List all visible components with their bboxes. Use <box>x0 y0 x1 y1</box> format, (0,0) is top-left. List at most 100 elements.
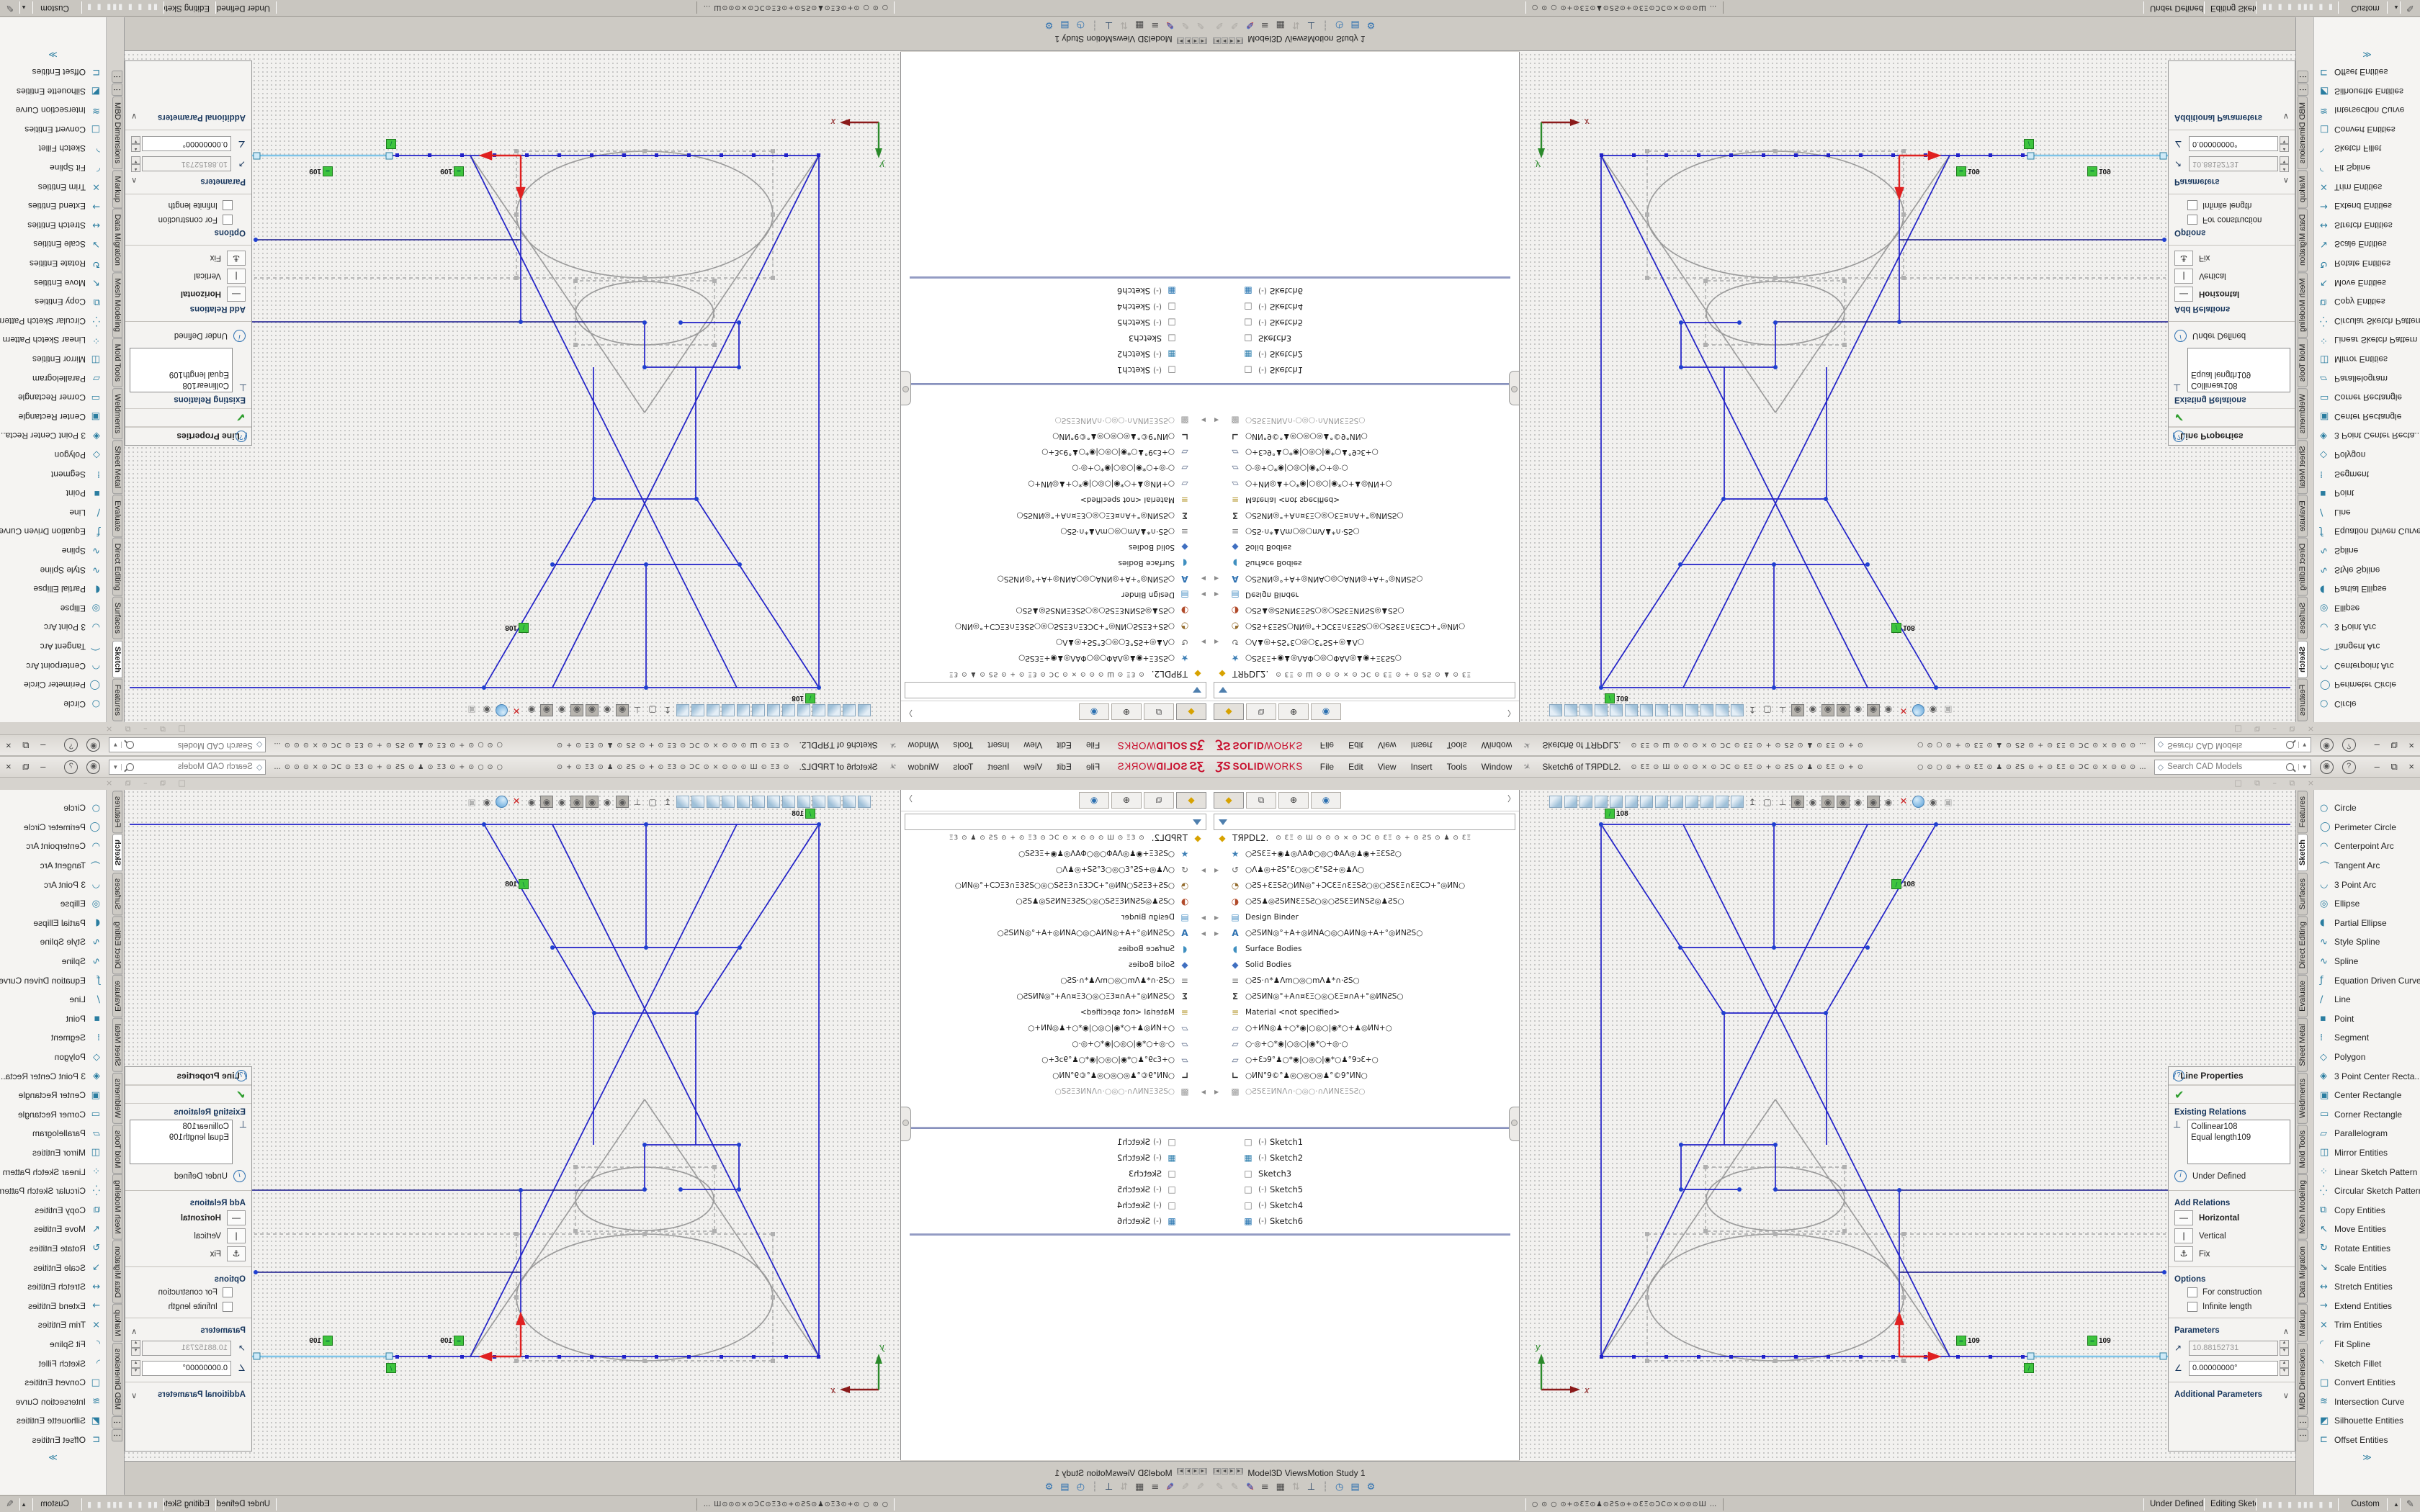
quick-access-toolbar-glyphs[interactable]: ⊙ ƐΞ ⊙ Ш ⊙ ⊙ ⊙ × ⊙ ƆⅭ ⊙ ƐΞ ⊙ + ⊙ ƧS ⊙ ♟ … <box>556 742 789 750</box>
sketch-tool[interactable]: ⁞Segment <box>0 464 106 484</box>
close-button[interactable]: × <box>6 740 12 751</box>
expand-chevron-icon[interactable]: ∨ <box>2283 1390 2289 1400</box>
orig[interactable]: ∟○ИN°9©°♟◎○◎○◎♟°©9°ИN○ <box>910 1068 1210 1084</box>
menu-item[interactable]: File <box>1079 760 1107 773</box>
document-tab[interactable]: Model <box>1247 34 1271 44</box>
fix-relation-button[interactable]: ⚓ <box>227 1246 246 1261</box>
relations-listbox[interactable]: Collinear108 Equal length109 <box>130 348 233 392</box>
mbd-tab-icon[interactable]: ✎ <box>0 1 20 14</box>
close-button[interactable]: × <box>6 761 12 772</box>
sketch-tool[interactable]: ∕Line <box>2314 990 2420 1009</box>
command-tab[interactable]: Data Migration <box>112 1241 122 1304</box>
status-tool-icon[interactable]: ≡ <box>1151 19 1159 31</box>
status-tool-icon[interactable]: ⊥ <box>1307 1481 1315 1493</box>
rollback-bar[interactable] <box>1210 383 1510 385</box>
menu-item[interactable]: Tools <box>1440 760 1474 773</box>
more-tools-chevron[interactable]: ≫ <box>2314 1452 2420 1462</box>
displaymanager-tab[interactable]: ◉ <box>1079 703 1109 720</box>
restore-button[interactable]: ⧉ <box>2390 739 2397 750</box>
menu-item[interactable]: View <box>1016 760 1049 773</box>
menu-item[interactable]: Edit <box>1341 739 1371 752</box>
collapse-chevron-icon[interactable]: ∧ <box>2283 1326 2289 1336</box>
star[interactable]: ★○ƧSƐΞ+◉♟◎ΛΑΦ○◎○ΦΑΛ◎♟◉+ΞƐSƧ○ <box>910 650 1210 666</box>
command-tab[interactable]: Data Migration <box>112 209 122 272</box>
menu-item[interactable]: Insert <box>980 760 1016 773</box>
cancel-sketch-icon[interactable]: ✕ <box>1897 796 1910 808</box>
eq[interactable]: ≡○ƧS·∩*♟Λm○◎○mΛ♟*∩·ƧS○ <box>1210 523 1510 539</box>
relation-entry[interactable]: Equal length109 <box>133 369 229 379</box>
sketch-tool[interactable]: ⌒Tangent Arc <box>0 856 106 876</box>
sketch-tool[interactable]: ⌒Tangent Arc <box>0 637 106 657</box>
command-tab[interactable]: ⋮ <box>2298 1416 2308 1428</box>
angle-spinner[interactable]: ▲▼ <box>2280 136 2289 152</box>
eq[interactable]: ≡○ƧS·∩*♟Λm○◎○mΛ♟*∩·ƧS○ <box>910 973 1210 989</box>
skg[interactable]: ▦(-)Sketch2 <box>1210 346 1510 362</box>
menu-item[interactable]: Window <box>1474 760 1520 773</box>
sketch-tool[interactable]: ▭Corner Rectangle <box>2314 1105 2420 1125</box>
panel-collapse-handle[interactable] <box>1509 371 1519 405</box>
mbd-tab-icon[interactable]: ✎ <box>2400 1 2420 14</box>
search-box[interactable]: ◇ Search CAD Models ▼ <box>109 738 266 753</box>
ann[interactable]: ▶A○ƧSИN◎°+Α+◎ИNΑ○◎○ΑИN◎+Α+°◎ИNƧS○ <box>1210 571 1510 587</box>
sketch-tool[interactable]: ∿Spline <box>2314 541 2420 561</box>
star[interactable]: ★○ƧSƐΞ+◉♟◎ΛΑΦ○◎○ΦΑΛ◎♟◉+ΞƐSƧ○ <box>1210 846 1510 862</box>
status-tool-icon[interactable]: ◷ <box>1335 1481 1343 1493</box>
sketch-tool[interactable]: ⁞Segment <box>2314 1028 2420 1048</box>
mbd-tab-icon[interactable]: ✎ <box>2400 1498 2420 1511</box>
status-tool-icon[interactable]: ┆ <box>1092 1481 1098 1493</box>
sketch-tool[interactable]: ▪Point <box>0 1009 106 1029</box>
tab-scroll-button[interactable]: ◄ <box>1222 1464 1228 1477</box>
panel-collapse-handle[interactable] <box>901 371 911 405</box>
status-tool-icon[interactable]: ✎ <box>1166 19 1174 31</box>
sketch-tool[interactable]: ◇Polygon <box>0 1048 106 1067</box>
command-tab[interactable]: Weldments <box>2298 1073 2308 1124</box>
angle-input[interactable]: 0.00000000° <box>2189 1361 2278 1376</box>
sketch-tool[interactable]: ≋Intersection Curve <box>2314 1392 2420 1411</box>
sk[interactable]: □(-)Sketch1 <box>910 1134 1210 1150</box>
view-normal-cube-icon[interactable] <box>1685 796 1698 808</box>
view-bottom-cube-icon[interactable] <box>1625 796 1638 808</box>
quick-access-toolbar-glyphs[interactable]: ⊙ ƐΞ ⊙ Ш ⊙ ⊙ ⊙ × ⊙ ƆⅭ ⊙ ƐΞ ⊙ + ⊙ ƧS ⊙ ♟ … <box>1631 742 1864 750</box>
more-tools-chevron[interactable]: ≫ <box>0 50 106 60</box>
restore-button[interactable]: ⧉ <box>22 762 29 773</box>
ann[interactable]: ▶A○ƧSИN◎°+Α+◎ИNΑ○◎○ΑИN◎+Α+°◎ИNƧS○ <box>1210 925 1510 941</box>
account-icon[interactable]: ◉ <box>2320 739 2334 752</box>
child-window-controls[interactable]: □ ⧉ – ⧉ × <box>101 724 186 734</box>
skg2[interactable]: ▦(-)Sketch6 <box>910 283 1210 299</box>
sketch-tool[interactable]: ⁛Circular Sketch Pattern <box>2314 1182 2420 1201</box>
command-tab[interactable]: Surfaces <box>112 873 122 915</box>
relation-callout[interactable]: ∕ 108 <box>1891 623 1915 633</box>
panel-help-icon[interactable]: ? <box>2173 431 2184 442</box>
sketch-tool[interactable]: ∿Style Spline <box>2314 932 2420 952</box>
solid[interactable]: ◆Solid Bodies <box>1210 539 1510 555</box>
scene-cube-icon[interactable]: ▣ <box>1942 704 1955 716</box>
quick-access-toolbar-glyphs-2[interactable]: ○ ⊙ ○ ⊙ + ⊙ ƐΞ ⊙ ♟ ⊙ ƧS ⊙ + ⊙ ƐΞ ⊙ ƆⅭ ⊙ … <box>1917 763 2146 771</box>
view-back-cube-icon[interactable] <box>843 704 856 716</box>
status-tool-icon[interactable]: ✎ <box>1231 19 1239 31</box>
account-icon[interactable]: ◉ <box>86 739 100 752</box>
sk[interactable]: □(-)Sketch5 <box>1210 315 1510 330</box>
previous-view-icon[interactable]: ↥ <box>1746 796 1759 808</box>
status-tool-icon[interactable]: ◷ <box>1077 1481 1085 1493</box>
pl[interactable]: ▱○·◎+○*◉|○◎○|◉*○+◎·○ <box>910 1036 1210 1052</box>
sketch-tool[interactable]: ↘Scale Entities <box>2314 235 2420 254</box>
lock[interactable]: ▶▩○ƧSƐΞИNΛ∩·○◎○·∩ΛИNƐΞSƧ○ <box>1210 413 1510 428</box>
infinite-length-checkbox[interactable] <box>2187 200 2197 210</box>
sketch-tool[interactable]: ▪Point <box>0 484 106 503</box>
featuremanager-tab[interactable]: ◆ <box>1214 792 1244 809</box>
relation-entry[interactable]: Collinear108 <box>2191 379 2287 390</box>
view-settings-eye-icon[interactable]: ◉ <box>480 704 493 716</box>
sketch-tool[interactable]: ○Circle <box>0 694 106 714</box>
menu-item[interactable]: Insert <box>1404 760 1440 773</box>
menu-item[interactable]: View <box>1016 739 1049 752</box>
sketch-tool[interactable]: ▭Corner Rectangle <box>0 1105 106 1125</box>
sketch-tool[interactable]: ◡3 Point Arc <box>2314 875 2420 894</box>
sk[interactable]: □(-)Sketch5 <box>910 315 1210 330</box>
document-tab[interactable]: Motion Study 1 <box>1308 1468 1366 1478</box>
view-settings-eye-icon[interactable]: ◉ <box>480 796 493 808</box>
hist[interactable]: ▶↺○Λ♟◎+ƧS°Ɛ○◎○Ɛ°SƧ+◎♟Λ○ <box>910 862 1210 878</box>
command-tab[interactable]: Weldments <box>112 1073 122 1124</box>
command-tab[interactable]: Surfaces <box>2298 873 2308 915</box>
tab-scroll-button[interactable]: ◄ <box>1222 35 1228 48</box>
sketch-tool[interactable]: ƒEquation Driven Curve <box>2314 971 2420 990</box>
